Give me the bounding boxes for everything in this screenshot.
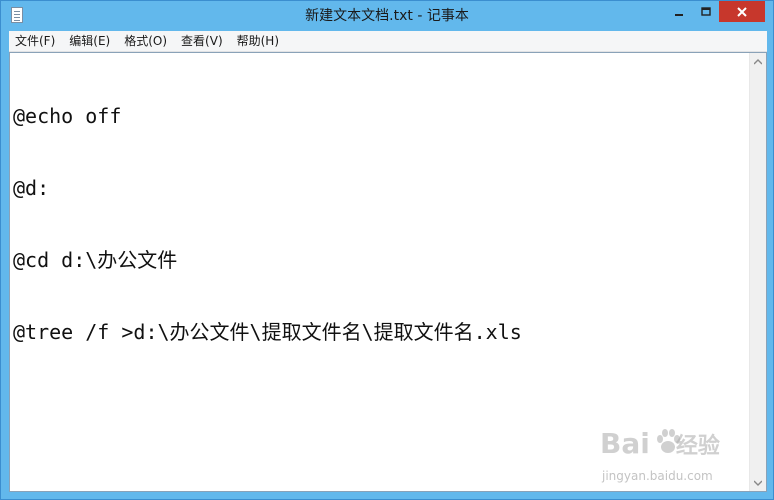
text-line: @echo off xyxy=(13,104,122,128)
text-editor[interactable]: @echo off @d: @cd d:\办公文件 @tree /f >d:\办… xyxy=(9,52,767,492)
text-content[interactable]: @echo off @d: @cd d:\办公文件 @tree /f >d:\办… xyxy=(13,56,748,486)
menu-format[interactable]: 格式(O) xyxy=(117,31,174,51)
menu-view[interactable]: 查看(V) xyxy=(174,31,230,51)
menu-file[interactable]: 文件(F) xyxy=(9,31,62,51)
title-bar[interactable]: 新建文本文档.txt - 记事本 xyxy=(1,1,773,31)
notepad-icon[interactable] xyxy=(11,7,23,23)
close-icon xyxy=(737,6,747,17)
scroll-down-button[interactable] xyxy=(750,474,766,491)
menu-edit[interactable]: 编辑(E) xyxy=(62,31,117,51)
text-line: @d: xyxy=(13,176,50,200)
notepad-window: 新建文本文档.txt - 记事本 文件(F) 编辑(E) 格式(O) 查看(V)… xyxy=(0,0,774,500)
window-controls xyxy=(666,1,765,23)
maximize-button[interactable] xyxy=(692,1,719,22)
text-line: @tree /f >d:\办公文件\提取文件名\提取文件名.xls xyxy=(13,320,522,344)
close-button[interactable] xyxy=(719,1,765,22)
chevron-down-icon xyxy=(754,480,762,486)
maximize-icon xyxy=(700,6,711,16)
menu-bar: 文件(F) 编辑(E) 格式(O) 查看(V) 帮助(H) xyxy=(9,31,767,52)
text-line: @cd d:\办公文件 xyxy=(13,248,178,272)
window-title: 新建文本文档.txt - 记事本 xyxy=(305,8,469,24)
scroll-up-button[interactable] xyxy=(750,53,766,70)
vertical-scrollbar[interactable] xyxy=(749,53,766,491)
menu-help[interactable]: 帮助(H) xyxy=(230,31,286,51)
minimize-button[interactable] xyxy=(666,1,692,22)
minimize-icon xyxy=(675,13,683,16)
chevron-up-icon xyxy=(754,58,762,64)
